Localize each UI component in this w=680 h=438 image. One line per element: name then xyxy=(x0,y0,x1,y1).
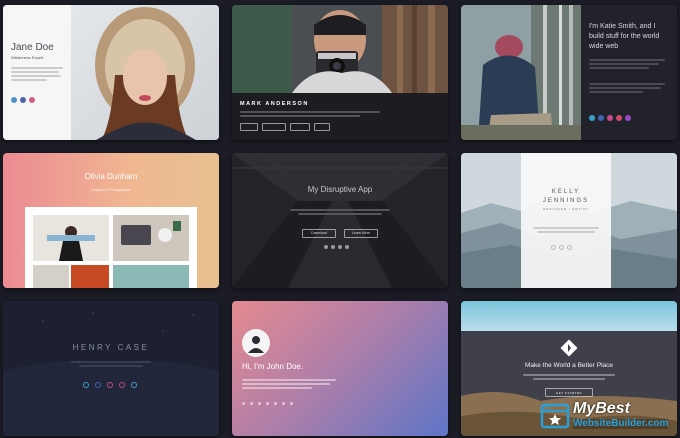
get-started-label: GET STARTED xyxy=(555,390,583,395)
profile-panel xyxy=(521,153,611,288)
template-card-mark-anderson[interactable]: MARK ANDERSON xyxy=(232,5,448,140)
facebook-icon[interactable] xyxy=(598,115,604,121)
watermark-domain: WebsiteBuilder.com xyxy=(573,418,669,429)
sidebar-panel xyxy=(3,5,71,140)
social-icons xyxy=(83,382,137,388)
profile-subtitle: Wilderness Expert xyxy=(11,55,44,60)
logo-icon xyxy=(560,339,578,357)
template-gallery: Jane Doe Wilderness Expert MARK ANDERSON… xyxy=(0,0,680,438)
learn-more-button[interactable]: Learn More xyxy=(344,229,378,238)
hiker-photo xyxy=(461,5,581,140)
nav-button-3[interactable] xyxy=(290,123,310,131)
social-icons xyxy=(324,245,349,249)
watermark: MyBest WebsiteBuilder.com xyxy=(540,400,678,434)
facebook-icon[interactable] xyxy=(331,245,335,249)
template-card-john-doe[interactable]: Hi, I'm John Doe. xyxy=(232,301,448,436)
starry-background xyxy=(3,301,219,436)
instagram-icon[interactable] xyxy=(29,97,35,103)
nav-button-1[interactable] xyxy=(240,123,258,131)
nav-button-2[interactable] xyxy=(262,123,286,131)
app-title: My Disruptive App xyxy=(307,185,373,194)
twitter-icon[interactable] xyxy=(83,382,89,388)
tunnel-background xyxy=(232,153,448,288)
hero-heading-line3: wide web xyxy=(589,43,619,50)
avatar xyxy=(242,329,270,357)
facebook-icon[interactable] xyxy=(95,382,101,388)
twitter-icon[interactable] xyxy=(324,245,328,249)
twitter-icon[interactable] xyxy=(551,245,556,250)
github-icon[interactable] xyxy=(338,245,342,249)
social-icons xyxy=(551,245,572,250)
portrait-photo xyxy=(71,5,219,140)
template-card-henry-case[interactable]: HENRY CASE xyxy=(3,301,219,436)
hero-heading-line2: build stuff for the world xyxy=(589,33,660,40)
hero-heading: Hi, I'm John Doe. xyxy=(242,362,304,371)
watermark-brand: MyBest xyxy=(573,400,630,417)
get-started-button[interactable]: GET STARTED xyxy=(545,388,593,397)
browser-logo-icon xyxy=(540,403,570,429)
template-card-jane-doe[interactable]: Jane Doe Wilderness Expert xyxy=(3,5,219,140)
social-icons xyxy=(589,115,631,121)
instagram-icon[interactable] xyxy=(567,245,572,250)
profile-name-line1: KELLY xyxy=(551,189,581,195)
template-card-olivia-dunham[interactable]: Olivia Dunham Designer & Photographer xyxy=(3,153,219,288)
social-icons xyxy=(11,97,35,103)
email-icon[interactable] xyxy=(290,402,293,405)
instagram-icon[interactable] xyxy=(107,382,113,388)
hero-heading-line1: I'm Katie Smith, and I xyxy=(589,23,656,30)
template-card-disruptive-app[interactable]: My Disruptive App Download Learn More xyxy=(232,153,448,288)
facebook-icon[interactable] xyxy=(250,402,253,405)
download-button[interactable]: Download xyxy=(302,229,336,238)
template-card-kelly-jennings[interactable]: KELLY JENNINGS DESIGNER / ARTIST xyxy=(461,153,677,288)
facebook-icon[interactable] xyxy=(559,245,564,250)
download-button-label: Download xyxy=(311,231,327,235)
profile-subtitle: Designer & Photographer xyxy=(91,188,131,192)
template-card-katie-smith[interactable]: I'm Katie Smith, and I build stuff for t… xyxy=(461,5,677,140)
profile-name: Jane Doe xyxy=(11,42,54,53)
github-icon[interactable] xyxy=(274,402,277,405)
instagram-icon[interactable] xyxy=(607,115,613,121)
email-icon[interactable] xyxy=(345,245,349,249)
profile-subtitle: DESIGNER / ARTIST xyxy=(543,207,589,211)
nav-button-4[interactable] xyxy=(314,123,330,131)
linkedin-icon[interactable] xyxy=(282,402,285,405)
dribbble-icon[interactable] xyxy=(266,402,269,405)
github-icon[interactable] xyxy=(131,382,137,388)
dribbble-icon[interactable] xyxy=(119,382,125,388)
email-icon[interactable] xyxy=(625,115,631,121)
instagram-icon[interactable] xyxy=(258,402,261,405)
twitter-icon[interactable] xyxy=(11,97,17,103)
twitter-icon[interactable] xyxy=(589,115,595,121)
profile-name: MARK ANDERSON xyxy=(240,101,309,107)
twitter-icon[interactable] xyxy=(242,402,245,405)
facebook-icon[interactable] xyxy=(20,97,26,103)
photographer-photo xyxy=(232,5,448,93)
learn-more-button-label: Learn More xyxy=(352,231,370,235)
profile-name: HENRY CASE xyxy=(72,343,150,352)
dribbble-icon[interactable] xyxy=(616,115,622,121)
profile-name: Olivia Dunham xyxy=(84,172,138,181)
social-icons xyxy=(242,402,293,405)
hero-heading: Make the World a Better Place xyxy=(524,362,614,369)
profile-name-line2: JENNINGS xyxy=(542,198,590,204)
portfolio-gallery xyxy=(25,207,197,288)
